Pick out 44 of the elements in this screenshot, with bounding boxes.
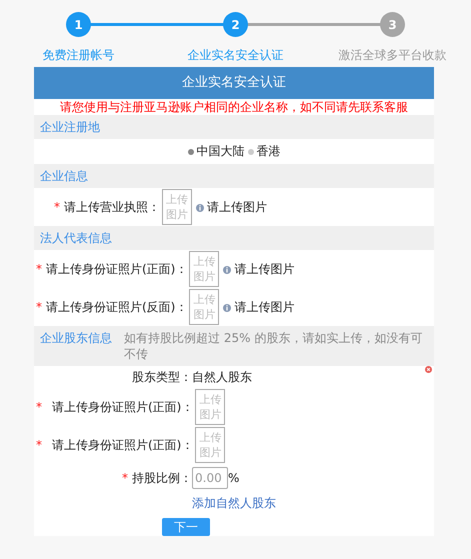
info-icon xyxy=(223,266,232,274)
info-icon xyxy=(223,304,232,312)
section-header: 企业信息 xyxy=(34,164,434,188)
field-label: 请上传身份证照片(正面)： xyxy=(52,436,194,454)
required-mark: * xyxy=(36,262,42,276)
field-label: 请上传营业执照： xyxy=(64,198,160,216)
remove-icon[interactable] xyxy=(425,366,432,373)
card-title: 企业实名安全认证 xyxy=(34,67,434,99)
hint-text: 请上传图片 xyxy=(234,260,294,278)
field-label: 请上传身份证照片(正面)： xyxy=(46,260,188,278)
field-label: 持股比例： xyxy=(132,470,192,486)
hint-text: 请上传图片 xyxy=(234,298,294,316)
step-number: 3 xyxy=(380,12,405,37)
radio-option[interactable]: 中国大陆 xyxy=(188,143,244,160)
upload-button[interactable]: 上传图片 xyxy=(189,251,220,287)
required-mark: * xyxy=(36,438,42,452)
field-label: 请上传身份证照片(反面)： xyxy=(46,298,188,316)
add-shareholder-link[interactable]: 添加自然人股东 xyxy=(192,496,276,510)
required-mark: * xyxy=(122,471,128,485)
notice-text: 请您使用与注册亚马逊账户相同的企业名称，如不同请先联系客服 xyxy=(59,99,409,115)
section-header: 企业注册地 xyxy=(34,115,434,139)
unit-text: % xyxy=(228,471,240,485)
info-icon xyxy=(196,204,204,212)
step-label: 免费注册帐号 xyxy=(42,47,114,64)
field-label: 请上传身份证照片(正面)： xyxy=(52,398,194,416)
section-title: 企业股东信息 xyxy=(40,330,112,347)
upload-button[interactable]: 上传图片 xyxy=(162,189,192,225)
section-header: 法人代表信息 xyxy=(34,226,434,250)
required-mark: * xyxy=(36,300,42,314)
upload-button[interactable]: 上传图片 xyxy=(195,389,226,425)
required-mark: * xyxy=(36,400,42,414)
upload-button[interactable]: 上传图片 xyxy=(195,427,226,463)
upload-button[interactable]: 上传图片 xyxy=(189,289,220,325)
step-label: 激活全球多平台收款 xyxy=(338,47,446,64)
section-note: 如有持股比例超过 25% 的股东，请如实上传，如没有可不传 xyxy=(124,330,424,362)
step-number: 2 xyxy=(223,12,248,37)
shareholder-type: 股东类型：自然人股东 xyxy=(132,368,252,386)
next-button[interactable]: 下一 xyxy=(162,518,210,536)
step-label: 企业实名安全认证 xyxy=(188,47,284,64)
required-mark: * xyxy=(54,200,60,214)
radio-option[interactable]: 香港 xyxy=(248,143,280,160)
hint-text: 请上传图片 xyxy=(207,198,267,216)
step-number: 1 xyxy=(66,12,91,37)
ratio-field[interactable]: 0.00 xyxy=(192,467,228,489)
